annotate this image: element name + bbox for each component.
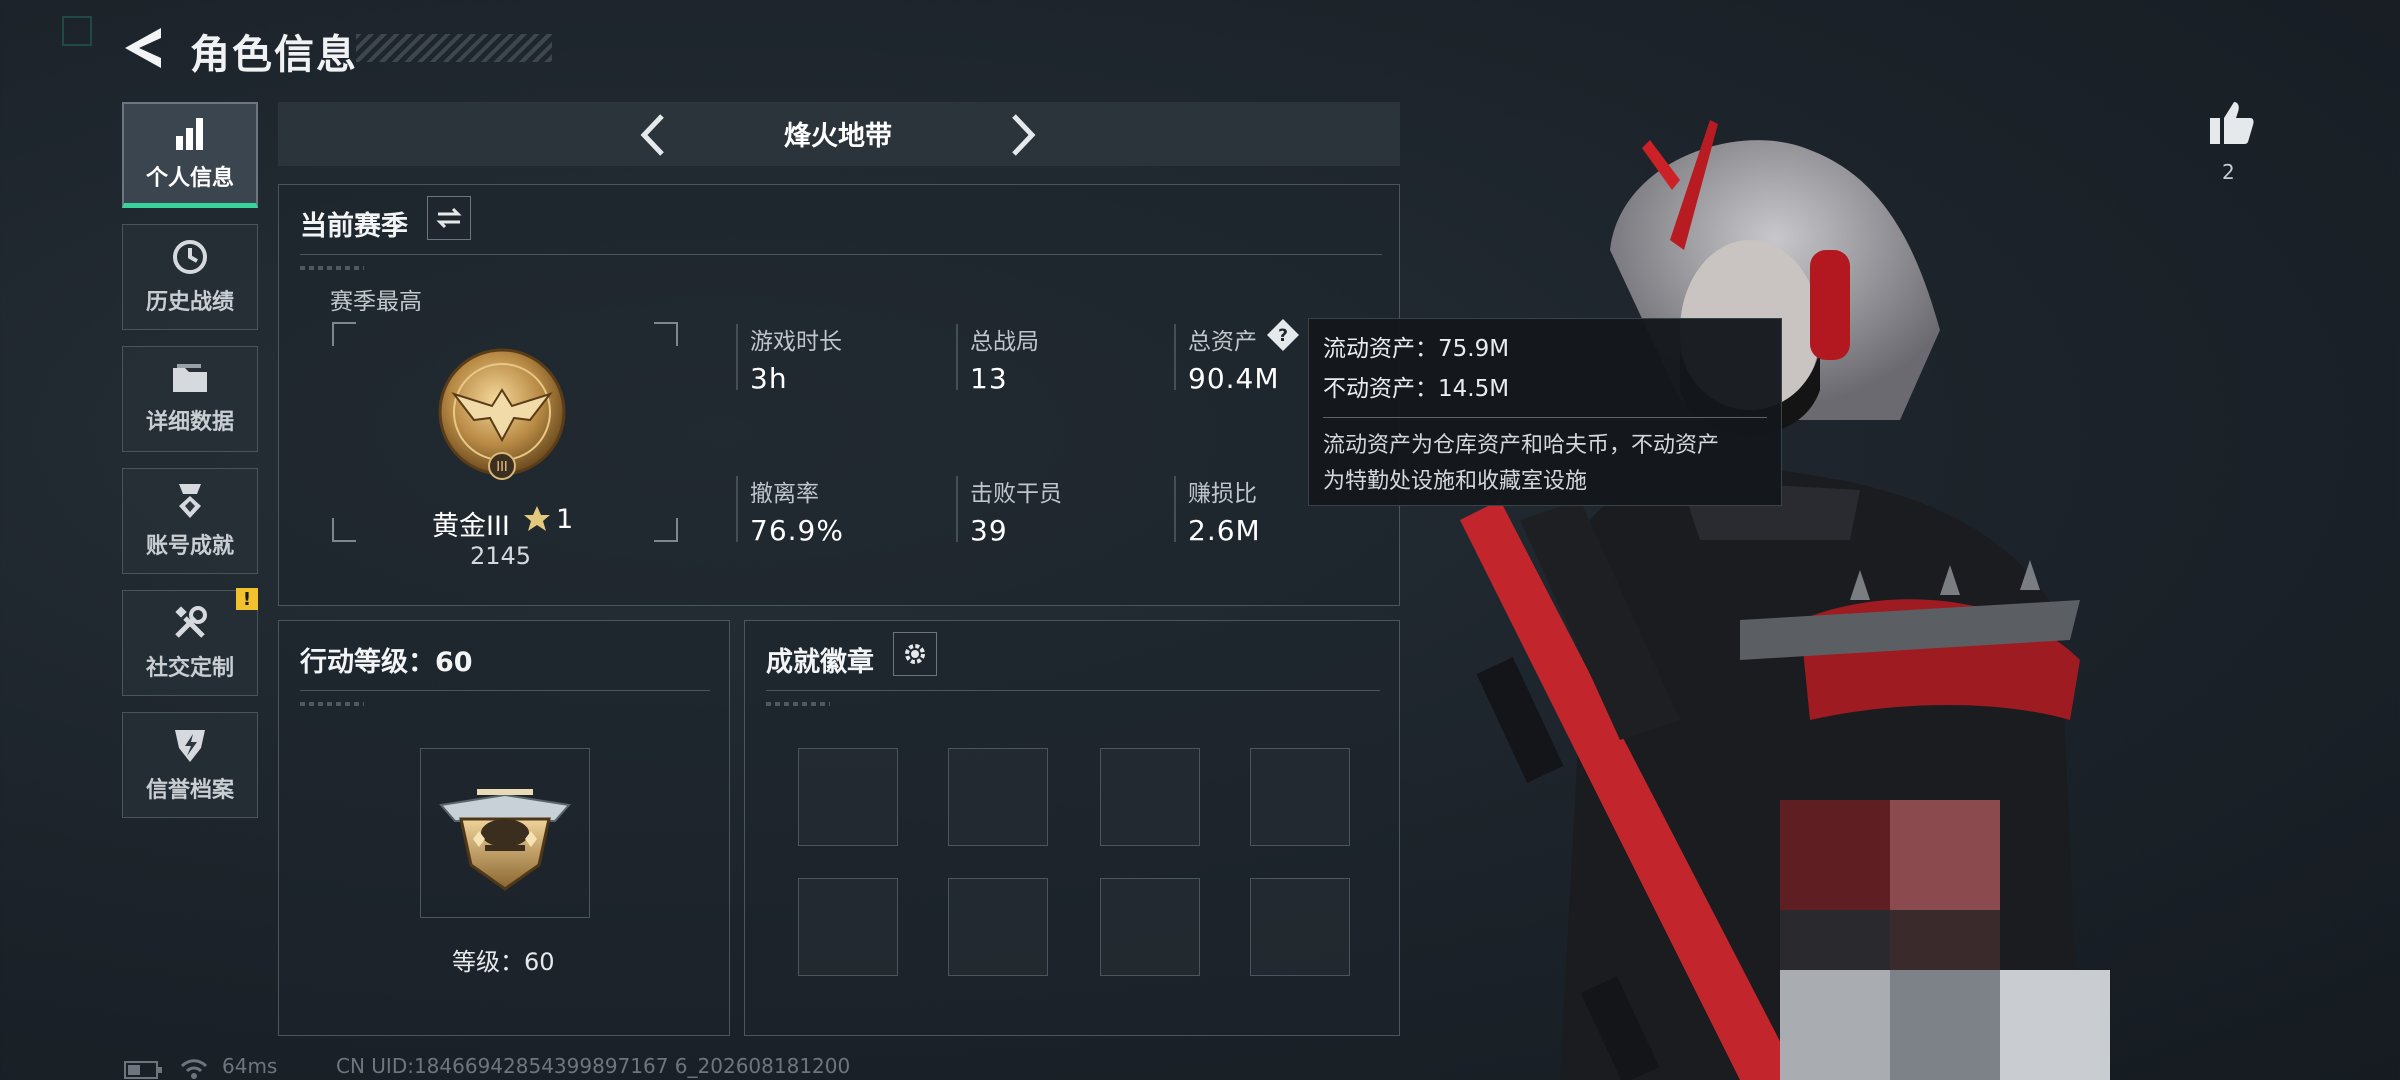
sidebar-item-label: 信誉档案 <box>145 778 234 803</box>
star-icon <box>522 504 552 538</box>
chevron-right-icon <box>1012 114 1036 156</box>
stat-value-assets: 90.4M <box>1188 362 1280 395</box>
back-button[interactable] <box>118 20 168 76</box>
bar-chart-icon <box>176 117 203 150</box>
folder-icon <box>173 364 207 392</box>
stat-label-playtime: 游戏时长 <box>750 329 842 355</box>
sidebar-item-label: 社交定制 <box>145 656 234 681</box>
achievement-title: 成就徽章 <box>766 647 874 678</box>
prev-mode-button[interactable] <box>636 112 670 162</box>
divider-dots <box>300 702 364 706</box>
achievement-settings-button[interactable] <box>893 632 937 676</box>
title-decoration <box>356 34 552 62</box>
level-text: 等级：60 <box>452 948 555 976</box>
stat-divider <box>736 324 738 390</box>
season-best-label: 赛季最高 <box>330 289 422 315</box>
gear-icon <box>905 644 925 664</box>
stat-value-extract-rate: 76.9% <box>750 514 844 547</box>
badge-slot[interactable] <box>798 878 898 976</box>
sidebar-item-label: 详细数据 <box>145 410 234 435</box>
svg-text:III: III <box>496 460 508 475</box>
stat-divider <box>956 324 958 390</box>
stat-value-kills: 39 <box>970 514 1008 547</box>
stat-value-profit-ratio: 2.6M <box>1188 514 1261 547</box>
stat-label-matches: 总战局 <box>970 329 1039 355</box>
frame-corner <box>654 518 678 542</box>
sidebar-item-reputation[interactable]: 信誉档案 <box>122 712 258 818</box>
sidebar-item-achievements[interactable]: 账号成就 <box>122 468 258 574</box>
badge-slot[interactable] <box>948 748 1048 846</box>
badge-slot[interactable] <box>1250 748 1350 846</box>
sidebar-item-history[interactable]: 历史战绩 <box>122 224 258 330</box>
page-title: 角色信息 <box>190 32 358 78</box>
assets-tooltip: 流动资产：75.9M 不动资产：14.5M 流动资产为仓库资产和哈夫币，不动资产… <box>1308 318 1782 506</box>
sidebar-item-detailed-data[interactable]: 详细数据 <box>122 346 258 452</box>
divider-dots <box>300 266 364 270</box>
battery-icon <box>124 1060 164 1080</box>
badge-slot[interactable] <box>798 748 898 846</box>
rank-stars: 1 <box>556 504 574 535</box>
sidebar-item-label: 个人信息 <box>145 165 234 191</box>
action-level-title: 行动等级：60 <box>300 647 473 678</box>
sidebar-item-personal-info[interactable]: 个人信息 <box>122 102 258 208</box>
tooltip-fixed-assets: 不动资产：14.5M <box>1323 376 1510 402</box>
stat-label-profit-ratio: 赚损比 <box>1188 481 1257 507</box>
clock-icon <box>173 240 207 274</box>
frame-corner <box>332 518 356 542</box>
stat-divider <box>1174 476 1176 542</box>
stat-label-extract-rate: 撤离率 <box>750 481 819 507</box>
ping-text: 64ms <box>222 1054 278 1078</box>
shield-icon <box>175 730 205 762</box>
stat-divider <box>736 476 738 542</box>
badge-slot[interactable] <box>1100 748 1200 846</box>
helicopter-emblem-icon <box>439 789 571 891</box>
tooltip-description-line1: 流动资产为仓库资产和哈夫币，不动资产 <box>1323 433 1720 458</box>
switch-season-button[interactable] <box>427 196 471 240</box>
rank-emblem: III <box>434 340 570 494</box>
medal-icon <box>179 484 201 518</box>
like-button[interactable] <box>2206 98 2256 152</box>
svg-text:?: ? <box>1278 326 1288 346</box>
stat-divider <box>1174 324 1176 390</box>
badge-slot[interactable] <box>1100 878 1200 976</box>
back-arrow-icon <box>125 28 161 68</box>
chevron-left-icon <box>640 114 664 156</box>
sidebar-item-label: 账号成就 <box>145 534 234 559</box>
divider <box>300 254 1382 255</box>
thumbs-up-icon <box>2210 102 2254 144</box>
next-mode-button[interactable] <box>1006 112 1040 162</box>
divider <box>766 690 1380 691</box>
character-model <box>1380 100 2140 1080</box>
stat-value-playtime: 3h <box>750 362 788 395</box>
wifi-icon <box>180 1058 208 1080</box>
tooltip-divider <box>1323 417 1767 418</box>
like-count: 2 <box>2222 160 2235 184</box>
level-emblem-frame <box>420 748 590 918</box>
rank-points: 2145 <box>470 542 532 570</box>
stat-value-matches: 13 <box>970 362 1008 395</box>
divider <box>300 690 710 691</box>
frame-corner <box>332 322 356 346</box>
sidebar-item-label: 历史战绩 <box>145 290 234 315</box>
swap-icon <box>436 207 462 229</box>
divider-dots <box>766 702 830 706</box>
badge-slot[interactable] <box>948 878 1048 976</box>
tools-icon <box>175 606 207 638</box>
frame-corner <box>654 322 678 346</box>
stat-label-kills: 击败干员 <box>970 481 1062 507</box>
stat-divider <box>956 476 958 542</box>
rank-name: 黄金III <box>432 511 510 542</box>
help-icon[interactable]: ? <box>1266 318 1300 356</box>
alert-badge: ! <box>236 588 258 610</box>
tooltip-description-line2: 为特勤处设施和收藏室设施 <box>1323 469 1588 494</box>
badge-slot[interactable] <box>1250 878 1350 976</box>
uid-text: CN UID:18466942854399897167 6_2026081812… <box>336 1054 851 1078</box>
mode-title: 烽火地带 <box>784 121 892 152</box>
tooltip-liquid-assets: 流动资产：75.9M <box>1323 336 1510 362</box>
season-title: 当前赛季 <box>300 211 408 242</box>
corner-decoration <box>62 16 92 46</box>
stat-label-assets: 总资产 <box>1188 329 1257 355</box>
